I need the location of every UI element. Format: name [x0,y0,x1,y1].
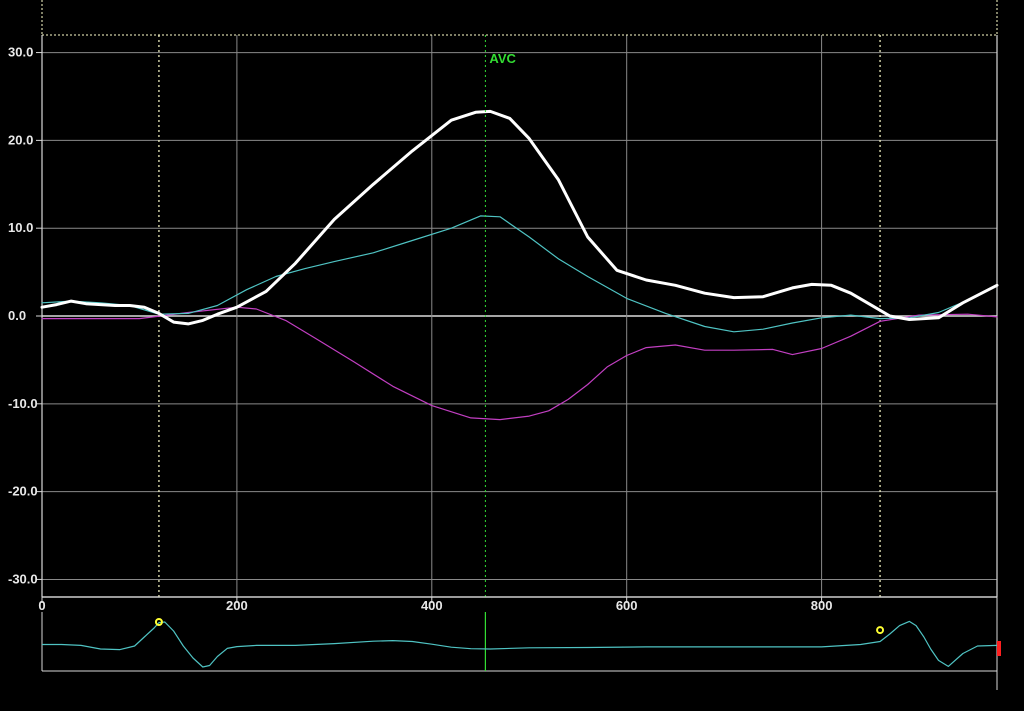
y-tick-label: 20.0 [8,132,33,147]
x-tick-label: 800 [811,598,833,613]
y-tick-label: 10.0 [8,220,33,235]
y-tick-label: -30.0 [8,571,38,586]
y-tick-label: 30.0 [8,45,33,60]
y-tick-label: 0.0 [8,308,26,323]
x-tick-label: 600 [616,598,638,613]
x-tick-label: 0 [38,598,45,613]
strain-chart: 30.0 20.0 10.0 0.0 -10.0 -20.0 -30.0 AVC 0 200 4… [0,0,1024,711]
avc-label: AVC [489,51,516,66]
chart-background [0,0,1024,711]
edge-marker [997,641,1001,656]
y-tick-label: -20.0 [8,484,38,499]
x-tick-label: 400 [421,598,443,613]
x-tick-label: 200 [226,598,248,613]
y-tick-label: -10.0 [8,396,38,411]
